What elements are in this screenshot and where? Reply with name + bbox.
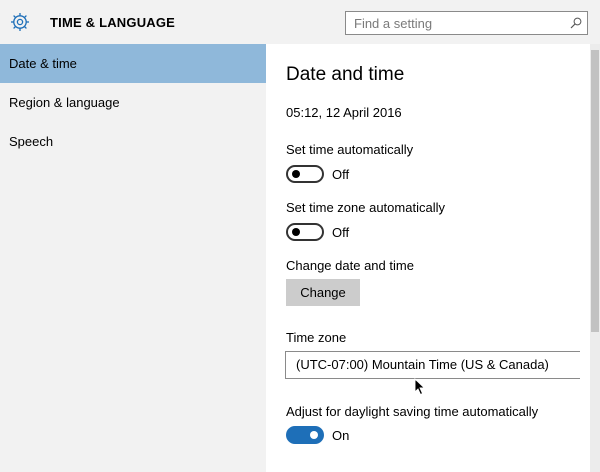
current-datetime: 05:12, 12 April 2016: [286, 105, 402, 120]
set-timezone-auto-state: Off: [332, 225, 350, 240]
scrollbar[interactable]: [590, 44, 600, 472]
search-icon[interactable]: [570, 17, 582, 29]
toggle-knob: [310, 431, 318, 439]
change-button[interactable]: Change: [286, 279, 360, 306]
sidebar-item-region-language[interactable]: Region & language: [0, 83, 266, 122]
section-title: Date and time: [286, 64, 405, 85]
gear-icon: [11, 13, 29, 31]
mouse-cursor-icon: [414, 378, 426, 396]
timezone-dropdown[interactable]: (UTC-07:00) Mountain Time (US & Canada): [285, 351, 580, 379]
sidebar-item-label: Date & time: [9, 56, 77, 71]
settings-window: TIME & LANGUAGE Date & time Region & lan…: [0, 0, 600, 472]
sidebar-item-label: Speech: [9, 134, 54, 149]
sidebar-item-speech[interactable]: Speech: [0, 122, 266, 161]
daylight-saving-toggle[interactable]: [286, 426, 324, 444]
sidebar: Date & time Region & language Speech: [0, 44, 266, 472]
scroll-thumb[interactable]: [591, 50, 599, 332]
page-title: TIME & LANGUAGE: [50, 15, 176, 30]
search-box[interactable]: [345, 11, 588, 35]
set-timezone-auto-toggle[interactable]: [286, 223, 324, 241]
sidebar-item-label: Region & language: [9, 95, 120, 110]
change-datetime-label: Change date and time: [286, 258, 414, 273]
search-input[interactable]: [346, 12, 561, 34]
toggle-knob: [292, 228, 300, 236]
toggle-knob: [292, 170, 300, 178]
set-time-auto-state: Off: [332, 167, 350, 182]
set-time-auto-label: Set time automatically: [286, 142, 414, 157]
header-bar: TIME & LANGUAGE: [0, 0, 600, 44]
daylight-saving-label: Adjust for daylight saving time automati…: [286, 404, 539, 419]
set-timezone-auto-label: Set time zone automatically: [286, 200, 445, 215]
main-content: Date and time 05:12, 12 April 2016 Set t…: [266, 44, 590, 472]
daylight-saving-state: On: [332, 428, 350, 443]
sidebar-item-date-time[interactable]: Date & time: [0, 44, 266, 83]
timezone-label: Time zone: [286, 330, 347, 345]
timezone-selected-value: (UTC-07:00) Mountain Time (US & Canada): [296, 357, 549, 372]
set-time-auto-toggle[interactable]: [286, 165, 324, 183]
